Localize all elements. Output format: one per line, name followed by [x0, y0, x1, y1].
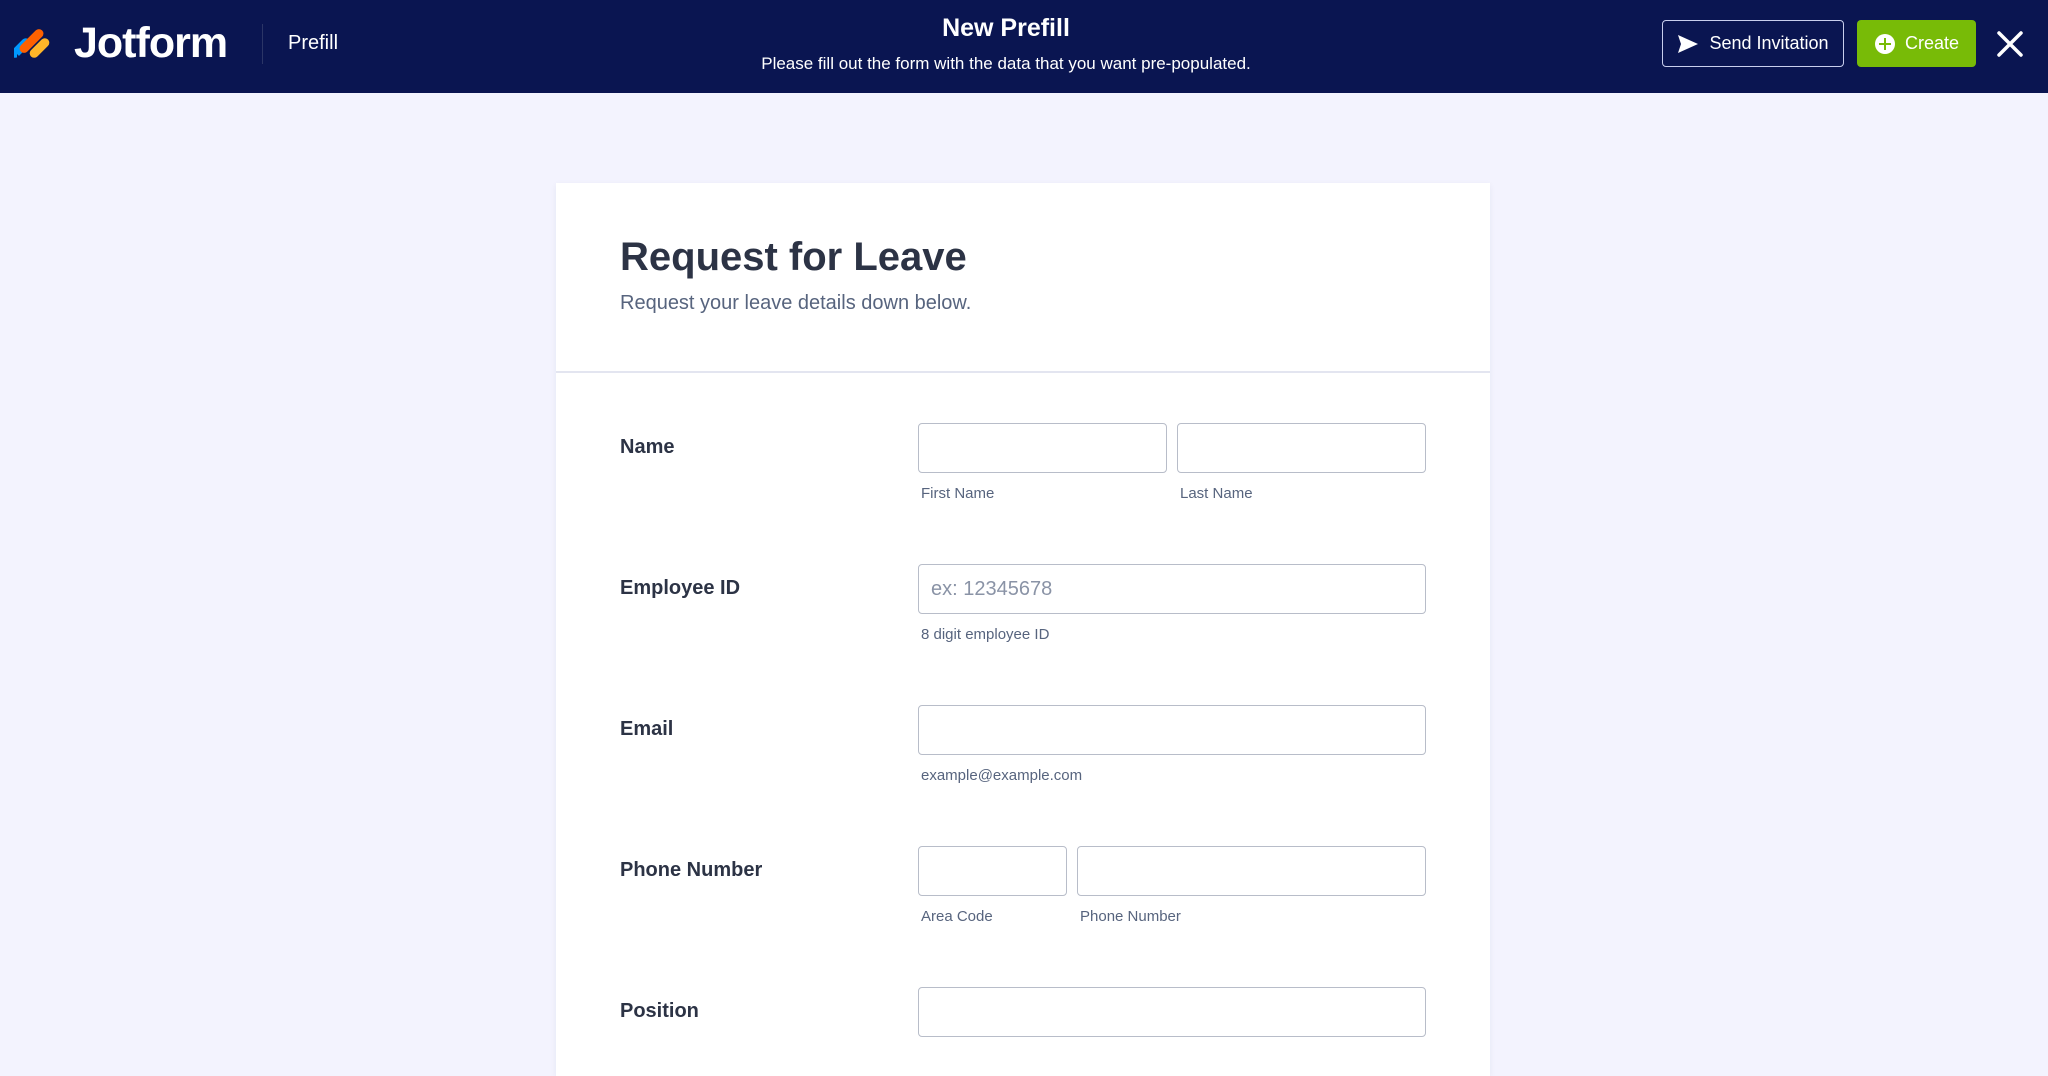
- first-name-sublabel: First Name: [921, 485, 995, 502]
- send-invitation-label: Send Invitation: [1709, 33, 1829, 53]
- last-name-sublabel: Last Name: [1180, 485, 1253, 502]
- email-input[interactable]: [918, 705, 1426, 755]
- form-header: Request for Leave Request your leave det…: [556, 183, 1490, 373]
- page-title: New Prefill: [942, 14, 1070, 42]
- header-divider: [262, 24, 263, 64]
- send-invitation-button[interactable]: Send Invitation: [1662, 20, 1844, 67]
- position-label: Position: [620, 1000, 699, 1022]
- phone-number-input[interactable]: [1077, 846, 1426, 896]
- top-bar: Jotform Prefill New Prefill Please fill …: [0, 0, 2048, 93]
- page-subtitle: Please fill out the form with the data t…: [761, 54, 1251, 73]
- brand-name[interactable]: Jotform: [74, 19, 228, 68]
- section-label: Prefill: [288, 32, 339, 54]
- form-title: Request for Leave: [620, 235, 967, 279]
- form-card: Request for Leave Request your leave det…: [556, 183, 1490, 1076]
- jotform-logo-icon[interactable]: [14, 24, 54, 64]
- employee-id-input[interactable]: [918, 564, 1426, 614]
- employee-id-sublabel: 8 digit employee ID: [921, 626, 1050, 643]
- first-name-input[interactable]: [918, 423, 1167, 473]
- area-code-sublabel: Area Code: [921, 908, 993, 925]
- close-icon: [1997, 31, 2023, 57]
- last-name-input[interactable]: [1177, 423, 1426, 473]
- name-label-text: Name: [620, 436, 675, 458]
- email-label: Email: [620, 718, 674, 740]
- phone-label: Phone Number: [620, 859, 763, 881]
- email-sublabel: example@example.com: [921, 767, 1083, 784]
- plus-circle-icon: [1874, 33, 1895, 54]
- create-label: Create: [1904, 33, 1960, 53]
- send-icon: [1678, 34, 1699, 53]
- close-button[interactable]: [1990, 24, 2030, 64]
- position-input[interactable]: [918, 987, 1426, 1037]
- employee-id-label: Employee ID: [620, 577, 741, 599]
- form-subtitle: Request your leave details down below.: [620, 292, 972, 314]
- area-code-input[interactable]: [918, 846, 1067, 896]
- phone-number-sublabel: Phone Number: [1080, 908, 1181, 925]
- create-button[interactable]: Create: [1857, 20, 1976, 67]
